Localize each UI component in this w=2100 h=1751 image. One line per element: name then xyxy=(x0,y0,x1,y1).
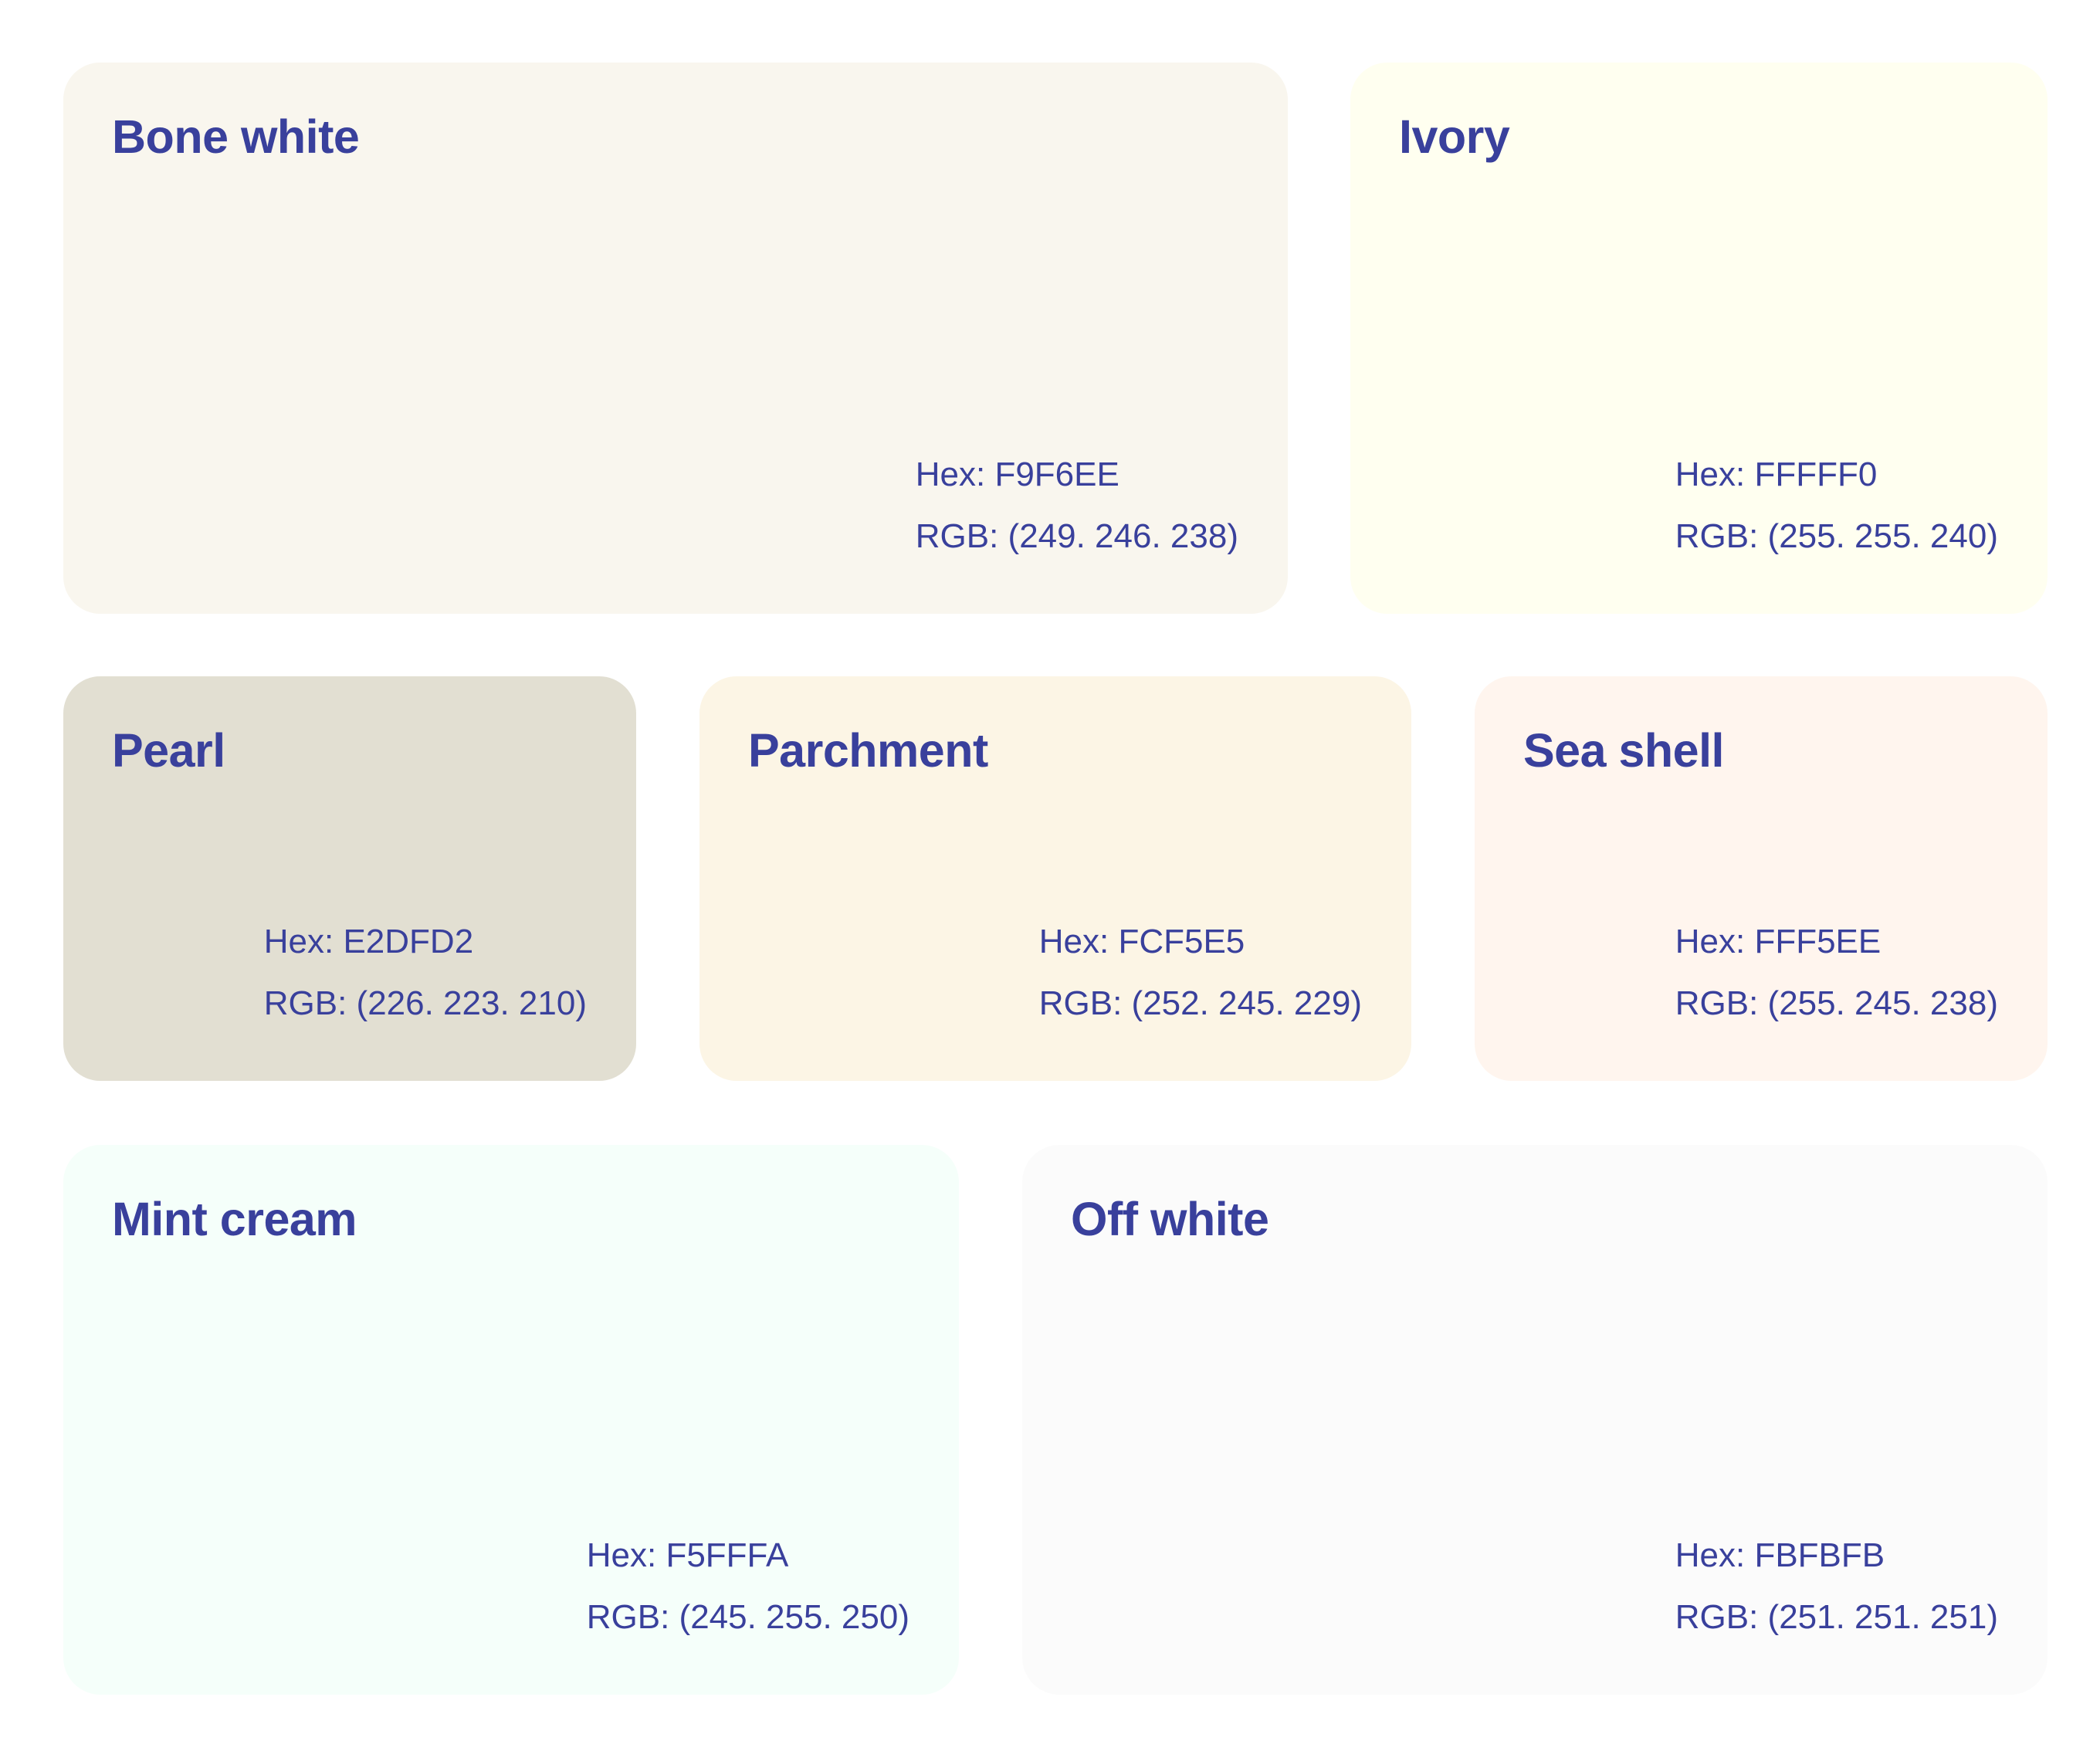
swatch-name: Sea shell xyxy=(1523,724,1725,777)
swatch-name: Parchment xyxy=(748,724,988,777)
swatch-hex: Hex: F9F6EE xyxy=(915,456,1119,493)
swatch-values: Hex: F9F6EE RGB: (249. 246. 238) xyxy=(916,444,1238,567)
swatch-values: Hex: FCF5E5 RGB: (252. 245. 229) xyxy=(1039,911,1362,1035)
swatch-hex: Hex: FFFFF0 xyxy=(1675,456,1878,493)
swatch-card-mint-cream: Mint cream Hex: F5FFFA RGB: (245. 255. 2… xyxy=(63,1145,959,1695)
swatch-rgb: RGB: (255. 245. 238) xyxy=(1675,984,1998,1022)
swatch-card-off-white: Off white Hex: FBFBFB RGB: (251. 251. 25… xyxy=(1022,1145,2048,1695)
swatch-values: Hex: FFFFF0 RGB: (255. 255. 240) xyxy=(1675,444,1998,567)
swatch-name: Mint cream xyxy=(112,1193,357,1245)
swatch-hex: Hex: E2DFD2 xyxy=(263,923,474,960)
swatch-card-pearl: Pearl Hex: E2DFD2 RGB: (226. 223. 210) xyxy=(63,676,636,1081)
swatch-card-ivory: Ivory Hex: FFFFF0 RGB: (255. 255. 240) xyxy=(1350,63,2048,614)
swatch-card-bone-white: Bone white Hex: F9F6EE RGB: (249. 246. 2… xyxy=(63,63,1288,614)
swatch-hex: Hex: FFF5EE xyxy=(1675,923,1882,960)
swatch-rgb: RGB: (252. 245. 229) xyxy=(1038,984,1362,1022)
swatch-hex: Hex: FCF5E5 xyxy=(1038,923,1245,960)
swatch-rgb: RGB: (226. 223. 210) xyxy=(263,984,587,1022)
swatch-rgb: RGB: (255. 255. 240) xyxy=(1675,517,1998,555)
swatch-values: Hex: FFF5EE RGB: (255. 245. 238) xyxy=(1675,911,1998,1035)
swatch-hex: Hex: FBFBFB xyxy=(1675,1536,1885,1574)
swatch-values: Hex: E2DFD2 RGB: (226. 223. 210) xyxy=(264,911,587,1035)
swatch-name: Pearl xyxy=(112,724,225,777)
swatch-name: Ivory xyxy=(1399,110,1510,163)
swatch-rgb: RGB: (249. 246. 238) xyxy=(915,517,1238,555)
swatch-name: Off white xyxy=(1071,1193,1269,1245)
swatch-values: Hex: FBFBFB RGB: (251. 251. 251) xyxy=(1675,1525,1998,1648)
swatch-card-parchment: Parchment Hex: FCF5E5 RGB: (252. 245. 22… xyxy=(699,676,1411,1081)
swatch-name: Bone white xyxy=(112,110,360,163)
swatch-rgb: RGB: (251. 251. 251) xyxy=(1675,1598,1998,1636)
swatch-card-sea-shell: Sea shell Hex: FFF5EE RGB: (255. 245. 23… xyxy=(1475,676,2048,1081)
swatch-hex: Hex: F5FFFA xyxy=(586,1536,789,1574)
swatch-rgb: RGB: (245. 255. 250) xyxy=(586,1598,909,1636)
swatch-values: Hex: F5FFFA RGB: (245. 255. 250) xyxy=(587,1525,909,1648)
